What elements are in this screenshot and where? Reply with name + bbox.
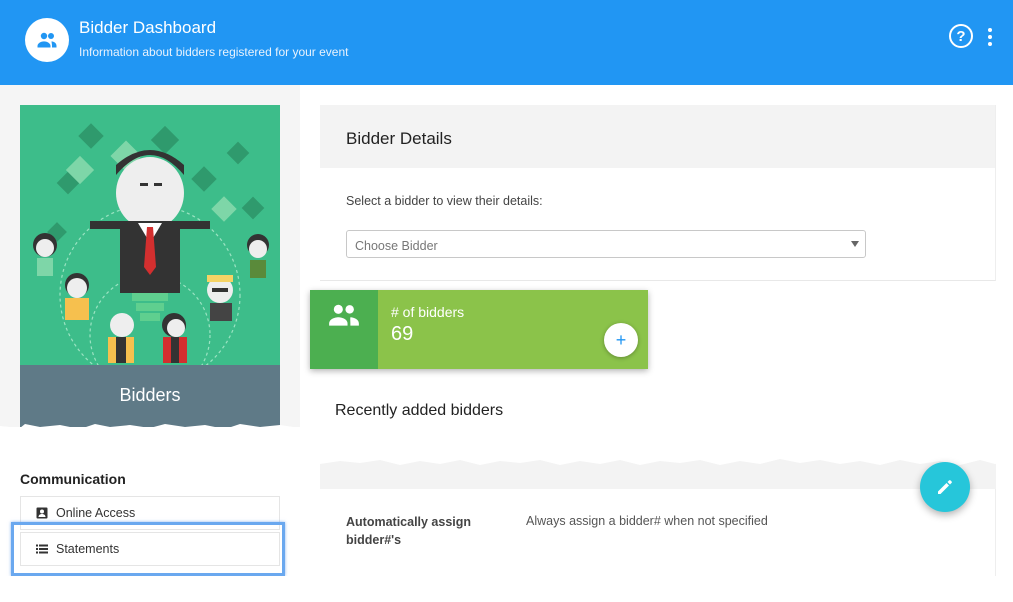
people-network-illustration [33,123,269,365]
edit-fab-button[interactable] [920,462,970,512]
page-title: Bidder Dashboard [79,18,217,37]
stat-icon-box [310,290,378,369]
tear-gap [0,434,1013,454]
help-icon[interactable]: ? [949,24,973,48]
page-subtitle: Information about bidders registered for… [79,45,349,59]
choose-bidder-placeholder: Choose Bidder [355,239,438,253]
bidder-details-title: Bidder Details [320,105,995,168]
more-vert-icon[interactable] [980,26,1000,48]
communication-heading: Communication [20,471,126,487]
bidder-select-prompt: Select a bidder to view their details: [346,194,543,208]
dropdown-arrow-icon [851,241,859,247]
app-header: Bidder Dashboard Information about bidde… [0,0,1013,85]
account-box-icon [36,507,48,519]
setting-label-auto-assign: Automatically assign bidder#'s [346,515,472,547]
group-icon [329,304,359,326]
torn-edge-bottom [0,452,1013,465]
bottom-fade [0,576,1013,602]
plus-icon: + [615,329,627,350]
header-avatar [25,18,69,62]
list-icon [36,543,48,555]
setting-value-auto-assign: Always assign a bidder# when not specifi… [526,514,768,528]
hero-illustration [20,105,280,365]
help-glyph: ? [956,27,966,45]
choose-bidder-select[interactable]: Choose Bidder [346,230,866,258]
sidebar-item-label: Statements [56,542,120,556]
hero-caption: Bidders [20,365,280,427]
sidebar-item-label: Online Access [56,506,136,520]
recent-bidders-title: Recently added bidders [335,402,504,419]
bidder-details-card: Bidder Details Select a bidder to view t… [320,105,996,281]
bidder-count-card: # of bidders 69 + [310,290,648,369]
bidder-count-value: 69 [391,323,414,345]
pencil-icon [938,480,952,494]
group-icon [37,32,57,48]
sidebar-item-statements[interactable]: Statements [20,532,280,566]
sidebar-item-online-access[interactable]: Online Access [20,496,280,530]
bidder-count-label: # of bidders [391,304,465,320]
add-bidder-button[interactable]: + [604,323,638,357]
